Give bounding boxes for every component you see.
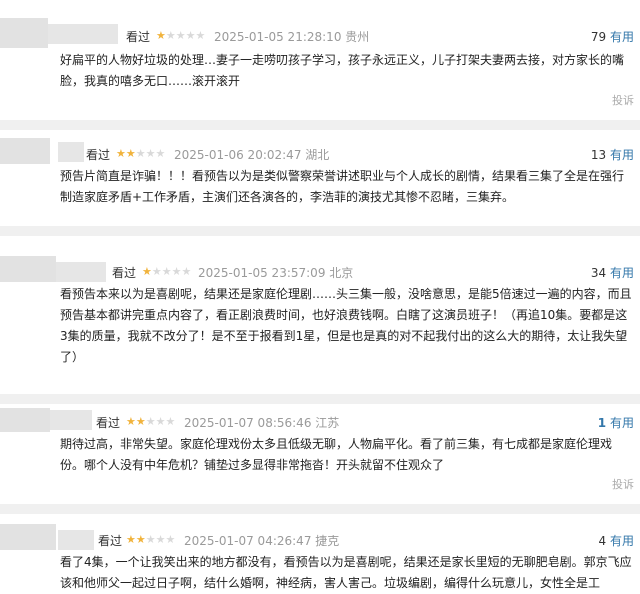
- useful-count: 13: [590, 148, 607, 162]
- report-link[interactable]: 投诉: [612, 92, 634, 108]
- user-name-redacted[interactable]: [58, 142, 84, 162]
- avatar[interactable]: [0, 138, 50, 164]
- avatar[interactable]: [0, 18, 48, 48]
- review-item: 看过 ★★★★★ 2025-01-05 21:28:10 贵州 79 有用 好扁…: [0, 0, 640, 118]
- star-empty-icon: ★★★: [145, 415, 176, 428]
- review-content: 看了4集，一个让我笑出来的地方都没有，看预告以为是喜剧呢，结果还是家长里短的无聊…: [60, 555, 632, 590]
- star-empty-icon: ★★★: [145, 533, 176, 546]
- watched-label: 看过: [98, 534, 123, 548]
- star-empty-icon: ★★★★: [151, 265, 192, 278]
- watched-label: 看过: [126, 30, 151, 44]
- avatar[interactable]: [0, 408, 50, 432]
- star-filled-icon: ★: [156, 29, 166, 42]
- useful-label: 有用: [609, 534, 634, 548]
- useful-vote-button[interactable]: 79 有用: [591, 28, 634, 45]
- watched-label: 看过: [96, 416, 121, 430]
- review-timestamp-location: 2025-01-07 08:56:46 江苏: [184, 416, 340, 430]
- report-link[interactable]: 投诉: [612, 476, 634, 492]
- review-item: 看过 ★★★★★ 2025-01-05 23:57:09 北京 34 有用 看预…: [0, 238, 640, 400]
- review-item: 看过 ★★★★★ 2025-01-07 04:26:47 捷克 4 有用 看了4…: [0, 516, 640, 594]
- review-timestamp-location: 2025-01-05 21:28:10 贵州: [214, 30, 370, 44]
- useful-label: 有用: [609, 30, 634, 44]
- review-item: 看过 ★★★★★ 2025-01-06 20:02:47 湖北 13 有用 预告…: [0, 132, 640, 224]
- user-name-redacted[interactable]: [50, 410, 92, 430]
- useful-count: 4: [598, 534, 607, 548]
- star-filled-icon: ★★: [126, 533, 146, 546]
- user-name-redacted[interactable]: [56, 262, 106, 282]
- review-timestamp-location: 2025-01-06 20:02:47 湖北: [174, 148, 330, 162]
- review-timestamp-location: 2025-01-05 23:57:09 北京: [198, 266, 354, 280]
- review-divider: [0, 226, 640, 236]
- star-rating: ★★★★★: [116, 147, 165, 161]
- review-feed: 看过 ★★★★★ 2025-01-05 21:28:10 贵州 79 有用 好扁…: [0, 0, 640, 594]
- useful-label: 有用: [609, 266, 634, 280]
- avatar[interactable]: [0, 256, 56, 282]
- useful-label: 有用: [609, 416, 634, 430]
- star-rating: ★★★★★: [156, 29, 205, 43]
- star-empty-icon: ★★★: [135, 147, 166, 160]
- review-divider: [0, 394, 640, 404]
- useful-count: 34: [590, 266, 607, 280]
- star-rating: ★★★★★: [126, 533, 175, 547]
- review-timestamp-location: 2025-01-07 04:26:47 捷克: [184, 534, 340, 548]
- star-rating: ★★★★★: [142, 265, 191, 279]
- review-content: 好扁平的人物好垃圾的处理…妻子一走唠叨孩子学习，孩子永远正义，儿子打架夫妻两去接…: [60, 53, 625, 88]
- useful-vote-button[interactable]: 4 有用: [599, 532, 634, 549]
- review-divider: [0, 504, 640, 514]
- useful-label: 有用: [609, 148, 634, 162]
- star-filled-icon: ★: [142, 265, 152, 278]
- star-filled-icon: ★★: [116, 147, 136, 160]
- star-empty-icon: ★★★★: [165, 29, 206, 42]
- user-name-redacted[interactable]: [48, 24, 118, 44]
- review-content: 期待过高，非常失望。家庭伦理戏份太多且低级无聊，人物扁平化。看了前三集，有七成都…: [60, 437, 613, 472]
- useful-vote-button[interactable]: 34 有用: [591, 264, 634, 281]
- avatar[interactable]: [0, 524, 56, 550]
- useful-count: 79: [590, 30, 607, 44]
- review-content: 看预告本来以为是喜剧呢，结果还是家庭伦理剧……头三集一般，没啥意思，是能5倍速过…: [60, 287, 632, 364]
- watched-label: 看过: [86, 148, 111, 162]
- watched-label: 看过: [112, 266, 137, 280]
- review-divider: [0, 120, 640, 130]
- star-filled-icon: ★★: [126, 415, 146, 428]
- useful-vote-button[interactable]: 13 有用: [591, 146, 634, 163]
- useful-vote-button[interactable]: 1 有用: [598, 414, 634, 431]
- user-name-redacted[interactable]: [58, 530, 94, 550]
- review-item: 看过 ★★★★★ 2025-01-07 08:56:46 江苏 1 有用 期待过…: [0, 406, 640, 506]
- star-rating: ★★★★★: [126, 415, 175, 429]
- useful-count: 1: [597, 416, 607, 430]
- review-content: 预告片简直是诈骗！！！看预告以为是类似警察荣誉讲述职业与个人成长的剧情，结果看三…: [60, 169, 625, 204]
